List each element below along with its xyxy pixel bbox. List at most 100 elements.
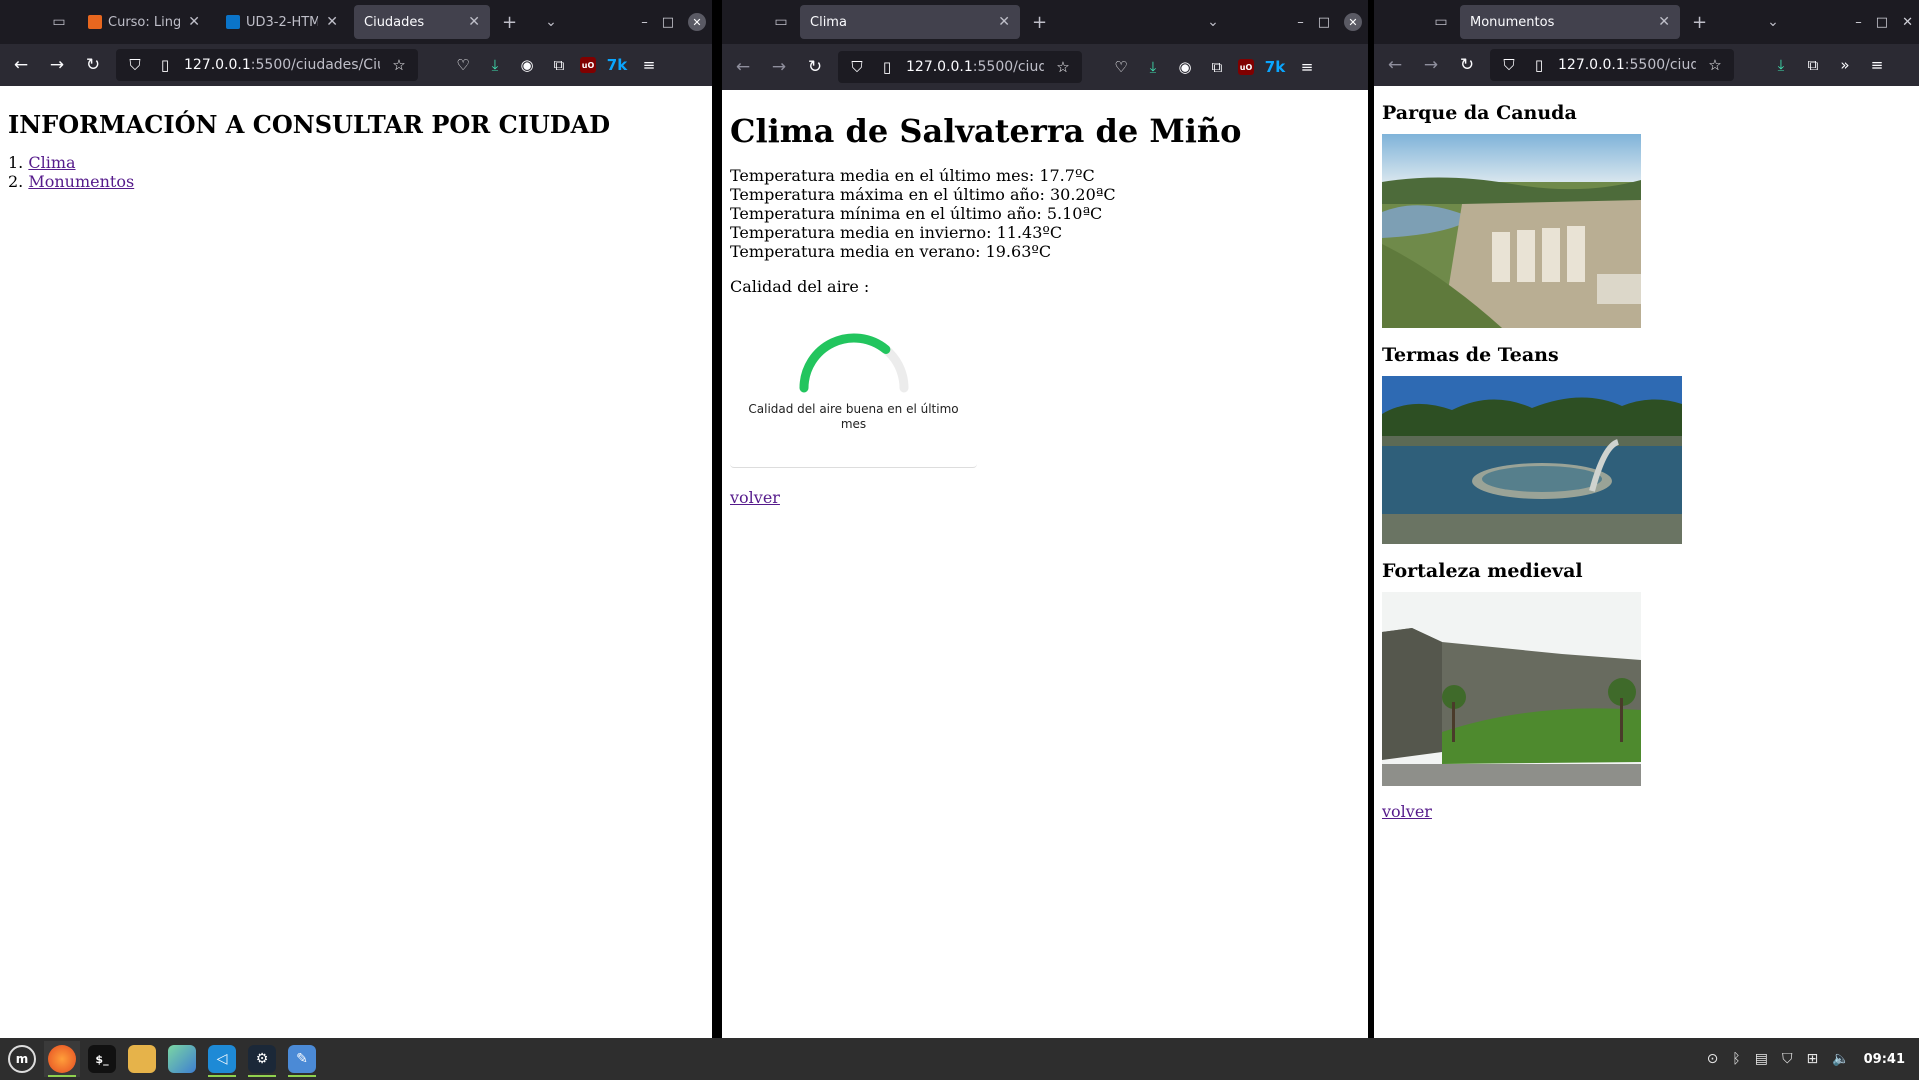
back-icon[interactable]: ←: [8, 55, 34, 75]
reload-icon[interactable]: ↻: [802, 57, 828, 77]
page-content: Clima de Salvaterra de Miño Temperatura …: [722, 90, 1368, 515]
new-tab-icon[interactable]: +: [1032, 12, 1047, 33]
bluetooth-icon[interactable]: ᛒ: [1732, 1051, 1740, 1067]
taskbar-editor[interactable]: ✎: [284, 1041, 320, 1077]
forward-icon[interactable]: →: [766, 57, 792, 77]
taskbar-files[interactable]: [124, 1041, 160, 1077]
taskbar-box-app[interactable]: [164, 1041, 200, 1077]
extensions-icon[interactable]: ⧉: [548, 56, 570, 74]
back-icon[interactable]: ←: [1382, 55, 1408, 75]
clima-link[interactable]: Clima: [28, 153, 75, 172]
taskbar-steam[interactable]: ⚙: [244, 1041, 280, 1077]
thermal-pool-photo: [1382, 376, 1682, 544]
close-window-icon[interactable]: ✕: [688, 13, 706, 31]
bookmark-star-icon[interactable]: ☆: [388, 56, 410, 74]
ublock-icon[interactable]: uO: [580, 57, 596, 73]
new-tab-icon[interactable]: +: [502, 12, 517, 33]
url-text[interactable]: 127.0.0.1:5500/ciudade: [1558, 57, 1696, 73]
downloads-icon[interactable]: ⤓: [1770, 56, 1792, 74]
extensions-icon[interactable]: ⧉: [1802, 56, 1824, 74]
tab-curso[interactable]: Curso: Lingua ✕: [78, 5, 210, 39]
close-tab-icon[interactable]: ✕: [1658, 14, 1670, 30]
translate-extension-icon[interactable]: 7k: [1264, 58, 1286, 76]
ublock-icon[interactable]: uO: [1238, 59, 1254, 75]
reload-icon[interactable]: ↻: [80, 55, 106, 75]
url-bar[interactable]: ⛉ ▯ 127.0.0.1:5500/ciudade ☆: [1490, 49, 1734, 81]
steam-tray-icon[interactable]: ⊙: [1707, 1051, 1719, 1067]
overflow-chevrons-icon[interactable]: »: [1834, 56, 1856, 74]
account-icon[interactable]: ◉: [1174, 58, 1196, 76]
account-icon[interactable]: ◉: [516, 56, 538, 74]
taskbar-firefox[interactable]: [44, 1041, 80, 1077]
shield-icon[interactable]: ⛉: [124, 56, 146, 74]
maximize-icon[interactable]: □: [662, 15, 674, 30]
close-window-icon[interactable]: ✕: [1902, 15, 1913, 30]
menu-hamburger-icon[interactable]: ≡: [1866, 56, 1888, 74]
bookmark-star-icon[interactable]: ☆: [1704, 56, 1726, 74]
volume-icon[interactable]: 🔈: [1832, 1051, 1849, 1067]
pocket-icon[interactable]: ♡: [452, 56, 474, 74]
back-icon[interactable]: ←: [730, 57, 756, 77]
minimize-icon[interactable]: –: [1855, 15, 1862, 30]
close-tab-icon[interactable]: ✕: [188, 14, 200, 30]
tab-bar: ▭ Monumentos ✕ + ⌄ – □ ✕: [1374, 0, 1919, 44]
url-bar[interactable]: ⛉ ▯ 127.0.0.1:5500/ciudades/Ciudade ☆: [116, 49, 418, 81]
forward-icon[interactable]: →: [1418, 55, 1444, 75]
close-window-icon[interactable]: ✕: [1344, 13, 1362, 31]
shield-icon[interactable]: ⛉: [846, 58, 868, 76]
tab-clima[interactable]: Clima ✕: [800, 5, 1020, 39]
maximize-icon[interactable]: □: [1318, 15, 1330, 30]
menu-hamburger-icon[interactable]: ≡: [1296, 58, 1318, 76]
park-photo: [1382, 134, 1641, 328]
maximize-icon[interactable]: □: [1876, 15, 1888, 30]
page-title: Clima de Salvaterra de Miño: [730, 112, 1242, 150]
minimize-icon[interactable]: –: [1297, 15, 1304, 30]
tab-ciudades[interactable]: Ciudades ✕: [354, 5, 490, 39]
network-icon[interactable]: ⊞: [1806, 1051, 1818, 1067]
tab-bar: ▭ Clima ✕ + ⌄ – □ ✕: [722, 0, 1368, 44]
menu-hamburger-icon[interactable]: ≡: [638, 56, 660, 74]
tab-ud3[interactable]: UD3-2-HTML ✕: [216, 5, 348, 39]
tab-list-chevron-icon[interactable]: ⌄: [1207, 14, 1219, 30]
url-bar[interactable]: ⛉ ▯ 127.0.0.1:5500/ciudade ☆: [838, 51, 1082, 83]
files-icon: [128, 1045, 156, 1073]
clock[interactable]: 09:41: [1864, 1052, 1905, 1067]
forward-icon[interactable]: →: [44, 55, 70, 75]
reload-icon[interactable]: ↻: [1454, 55, 1480, 75]
extensions-icon[interactable]: ⧉: [1206, 58, 1228, 76]
tab-list-chevron-icon[interactable]: ⌄: [545, 14, 557, 30]
downloads-icon[interactable]: ⤓: [484, 56, 506, 74]
monumentos-link[interactable]: Monumentos: [28, 172, 134, 191]
clipboard-icon[interactable]: ▤: [1755, 1051, 1768, 1067]
taskbar-menu-button[interactable]: m: [4, 1041, 40, 1077]
volver-link[interactable]: volver: [1382, 802, 1432, 821]
page-info-icon[interactable]: ▯: [876, 58, 898, 76]
bookmark-star-icon[interactable]: ☆: [1052, 58, 1074, 76]
close-tab-icon[interactable]: ✕: [326, 14, 338, 30]
pocket-icon[interactable]: ♡: [1110, 58, 1132, 76]
close-tab-icon[interactable]: ✕: [468, 14, 480, 30]
taskbar-vscode[interactable]: ◁: [204, 1041, 240, 1077]
page-info-icon[interactable]: ▯: [1528, 56, 1550, 74]
taskbar-terminal[interactable]: $_: [84, 1041, 120, 1077]
tab-overview-icon[interactable]: ▭: [46, 9, 72, 35]
tab-overview-icon[interactable]: ▭: [768, 9, 794, 35]
shield-tray-icon[interactable]: ⛉: [1782, 1051, 1793, 1067]
volver-link[interactable]: volver: [730, 488, 780, 507]
tab-list-chevron-icon[interactable]: ⌄: [1767, 14, 1779, 30]
translate-extension-icon[interactable]: 7k: [606, 56, 628, 74]
tab-monumentos[interactable]: Monumentos ✕: [1460, 5, 1680, 39]
new-tab-icon[interactable]: +: [1692, 12, 1707, 33]
tab-overview-icon[interactable]: ▭: [1428, 9, 1454, 35]
page-info-icon[interactable]: ▯: [154, 56, 176, 74]
steam-icon: ⚙: [248, 1045, 276, 1073]
shield-icon[interactable]: ⛉: [1498, 56, 1520, 74]
url-text[interactable]: 127.0.0.1:5500/ciudades/Ciudade: [184, 57, 380, 73]
url-text[interactable]: 127.0.0.1:5500/ciudade: [906, 59, 1044, 75]
window-controls: – □ ✕: [1855, 0, 1913, 44]
firefox-icon: [48, 1045, 76, 1073]
minimize-icon[interactable]: –: [641, 15, 648, 30]
temp-line: Temperatura máxima en el último año: 30.…: [730, 185, 1116, 204]
close-tab-icon[interactable]: ✕: [998, 14, 1010, 30]
downloads-icon[interactable]: ⤓: [1142, 58, 1164, 76]
